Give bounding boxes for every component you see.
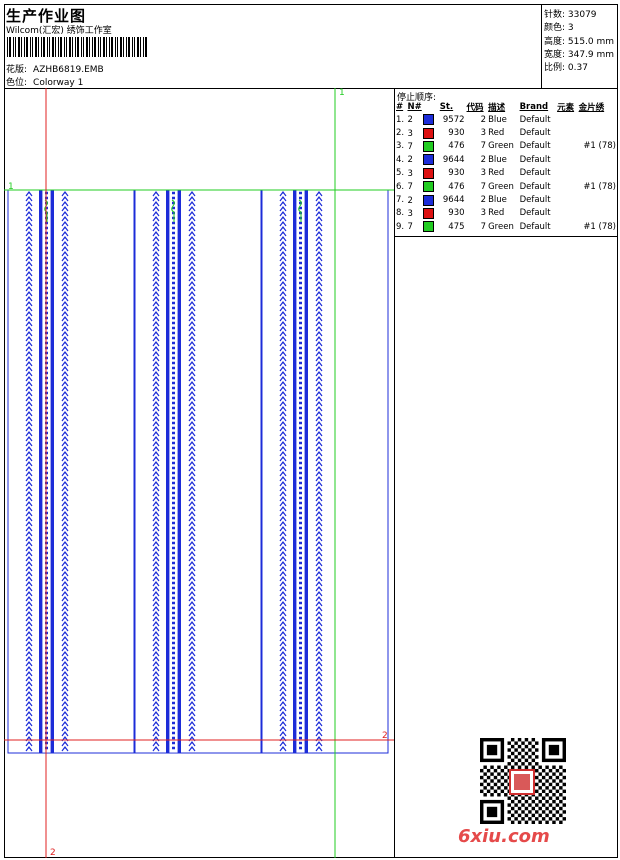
satin-bar [178,190,181,753]
qr-code [480,738,566,824]
zigzag-stitch [152,191,160,752]
satin-bar [166,190,169,753]
satin-bar [51,190,54,753]
zigzag-stitch [188,191,196,752]
red-guide-marker-right: 2 [382,731,388,741]
green-guide-marker-top: 1 [339,88,345,98]
zigzag-stitch [315,191,323,752]
satin-bar [39,190,42,753]
satin-bar [293,190,296,753]
zigzag-stitch [61,191,69,752]
zigzag-stitch [25,191,33,752]
zigzag-stitch [279,191,287,752]
satin-bar [305,190,308,753]
red-guide-marker-bottom: 2 [50,848,56,858]
design-preview [4,88,394,858]
watermark-logo: 6xiu.com [458,826,550,847]
green-guide-marker-left: 1 [8,182,14,192]
